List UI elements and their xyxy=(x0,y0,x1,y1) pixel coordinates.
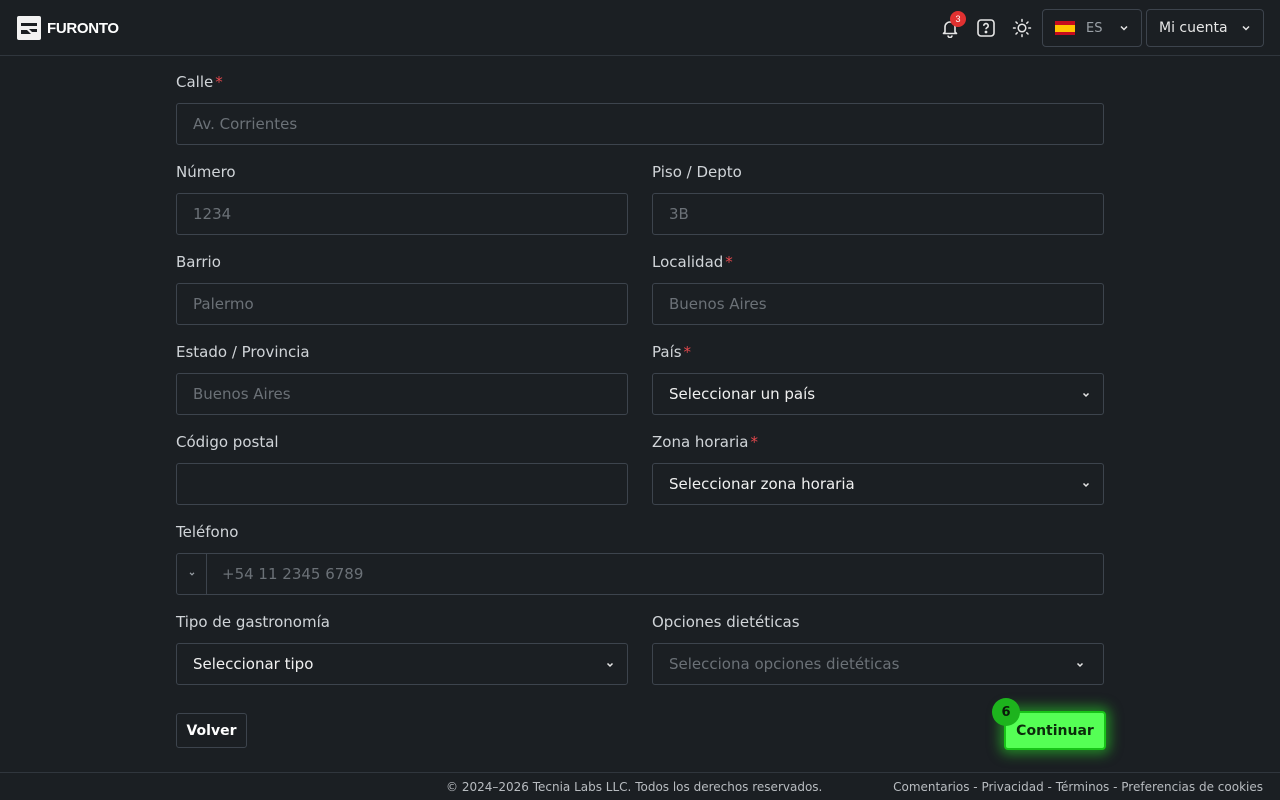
state-label: Estado / Provincia xyxy=(176,343,310,361)
cuisine-label: Tipo de gastronomía xyxy=(176,613,330,631)
dietary-label: Opciones dietéticas xyxy=(652,613,800,631)
spain-flag-icon xyxy=(1055,21,1075,35)
neighborhood-input[interactable]: Palermo xyxy=(176,283,628,325)
phone-country-code-select[interactable] xyxy=(176,553,207,595)
chevron-down-icon xyxy=(1082,392,1090,398)
brand-logo[interactable]: FURONTO xyxy=(17,16,119,40)
terms-link[interactable]: Términos xyxy=(1056,780,1110,794)
dietary-multiselect[interactable]: Selecciona opciones dietéticas xyxy=(652,643,1104,685)
chevron-down-icon xyxy=(606,662,614,668)
link-separator: - xyxy=(1043,780,1056,794)
country-label: País * xyxy=(652,343,692,361)
feedback-link[interactable]: Comentarios xyxy=(893,780,969,794)
link-separator: - xyxy=(1109,780,1122,794)
chevron-down-icon xyxy=(189,572,194,576)
timezone-label: Zona horaria * xyxy=(652,433,758,451)
help-icon[interactable] xyxy=(972,14,1000,42)
state-input[interactable]: Buenos Aires xyxy=(176,373,628,415)
footer: © 2024–2026 Tecnia Labs LLC. Todos los d… xyxy=(0,772,1280,800)
chevron-down-icon xyxy=(1120,25,1128,31)
cuisine-select[interactable]: Seleccionar tipo xyxy=(176,643,628,685)
back-button[interactable]: Volver xyxy=(176,713,247,748)
brand-name: FURONTO xyxy=(47,19,119,37)
timezone-select[interactable]: Seleccionar zona horaria xyxy=(652,463,1104,505)
account-label: Mi cuenta xyxy=(1159,20,1228,36)
required-mark: * xyxy=(750,433,759,451)
chevron-down-icon xyxy=(1082,482,1090,488)
footer-links: Comentarios - Privacidad - Términos - Pr… xyxy=(893,780,1263,794)
top-bar: FURONTO 3 ES Mi cuenta xyxy=(0,0,1280,56)
chevron-down-icon xyxy=(1076,662,1084,668)
country-select[interactable]: Seleccionar un país xyxy=(652,373,1104,415)
required-mark: * xyxy=(683,343,692,361)
number-label: Número xyxy=(176,163,236,181)
street-input[interactable]: Av. Corrientes xyxy=(176,103,1104,145)
continue-button[interactable]: Continuar xyxy=(1004,711,1106,750)
furonto-logo-icon xyxy=(17,16,41,40)
required-mark: * xyxy=(725,253,733,271)
number-input[interactable]: 1234 xyxy=(176,193,628,235)
phone-input[interactable]: +54 11 2345 6789 xyxy=(206,553,1104,595)
language-code: ES xyxy=(1086,20,1103,36)
required-mark: * xyxy=(215,73,223,91)
postal-code-input[interactable] xyxy=(176,463,628,505)
cookie-preferences-link[interactable]: Preferencias de cookies xyxy=(1121,780,1263,794)
neighborhood-label: Barrio xyxy=(176,253,221,271)
account-menu-button[interactable]: Mi cuenta xyxy=(1146,9,1264,47)
floor-label: Piso / Depto xyxy=(652,163,742,181)
street-label: Calle * xyxy=(176,73,223,91)
copyright-text: © 2024–2026 Tecnia Labs LLC. Todos los d… xyxy=(446,780,823,794)
link-separator: - xyxy=(969,780,982,794)
privacy-link[interactable]: Privacidad xyxy=(981,780,1043,794)
notifications-count-badge: 3 xyxy=(950,11,966,27)
step-number-badge: 6 xyxy=(992,698,1020,726)
chevron-down-icon xyxy=(1242,25,1250,31)
locality-input[interactable]: Buenos Aires xyxy=(652,283,1104,325)
phone-label: Teléfono xyxy=(176,523,239,541)
theme-toggle-sun-icon[interactable] xyxy=(1008,14,1036,42)
postal-code-label: Código postal xyxy=(176,433,279,451)
language-selector[interactable]: ES xyxy=(1042,9,1142,47)
locality-label: Localidad * xyxy=(652,253,733,271)
floor-input[interactable]: 3B xyxy=(652,193,1104,235)
